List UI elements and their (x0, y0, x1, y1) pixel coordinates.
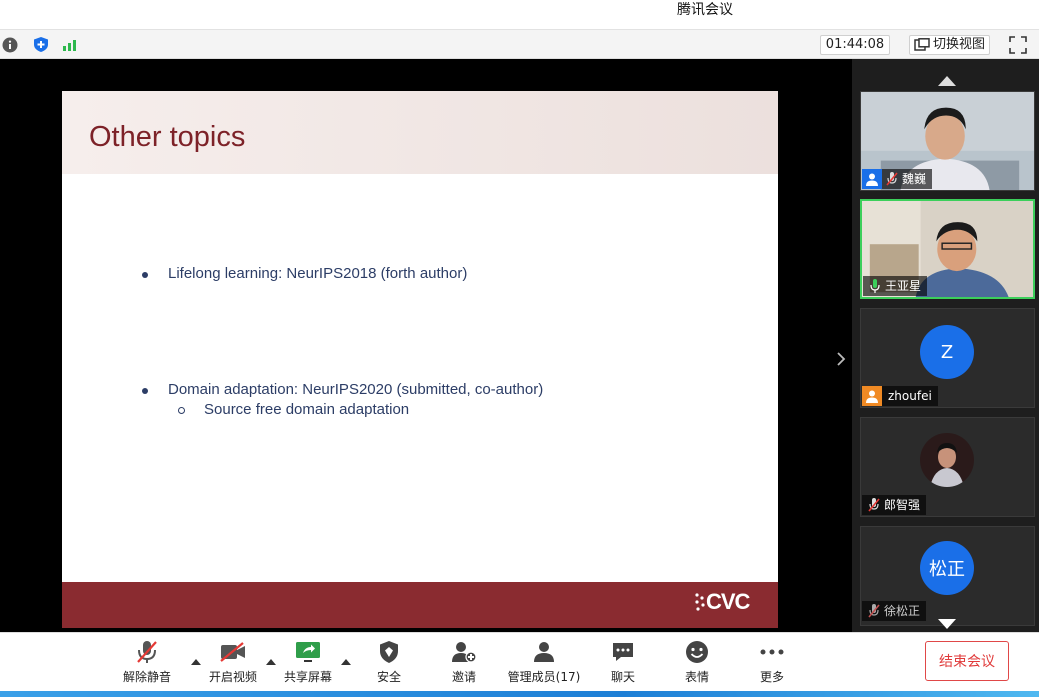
security-shield-icon[interactable] (32, 36, 49, 53)
meeting-timer: 01:44:08 (820, 35, 890, 55)
participant-tile-active[interactable]: 王亚星 (860, 199, 1035, 299)
shield-icon (374, 639, 404, 665)
participant-name-tag: 徐松正 (862, 601, 927, 621)
invite-button[interactable]: 邀请 (445, 639, 483, 685)
participant-avatar: 松正 (920, 541, 974, 595)
chevron-right-icon[interactable] (834, 349, 848, 369)
cvc-logo: CVC (694, 588, 764, 622)
share-screen-button[interactable]: 共享屏幕 (280, 639, 336, 685)
start-video-button[interactable]: 开启视频 (206, 639, 260, 685)
user-icon (862, 169, 882, 189)
participant-name-tag: 郎智强 (862, 495, 927, 515)
smiley-face-icon (682, 639, 712, 665)
shared-screen: Other topics Lifelong learning: NeurIPS2… (0, 59, 852, 632)
chat-label: 聊天 (610, 670, 635, 684)
mic-muted-icon (866, 601, 882, 621)
presentation-slide: Other topics Lifelong learning: NeurIPS2… (62, 91, 778, 628)
switch-view-button[interactable]: 切换视图 (909, 35, 990, 55)
participant-name: 郎智强 (884, 498, 921, 512)
info-icon[interactable] (1, 36, 18, 53)
participant-tile[interactable]: Z zhoufei (860, 308, 1035, 408)
security-button[interactable]: 安全 (370, 639, 408, 685)
participant-name: 王亚星 (885, 279, 922, 293)
toolbar-accent-stripe (0, 691, 1039, 697)
participant-name: 魏巍 (902, 172, 927, 186)
audio-options-caret-icon[interactable] (191, 651, 201, 665)
video-options-caret-icon[interactable] (266, 651, 276, 665)
meeting-toolbar: 解除静音 开启视频 共享屏幕 安全 邀请 管理成员(17) 聊天 表情 更多 结… (0, 632, 1039, 697)
participant-gallery: 魏巍 王亚星 Z zhoufei 郎智强 松正 徐松正 (852, 59, 1039, 632)
participant-name: zhoufei (888, 389, 932, 403)
end-meeting-button[interactable]: 结束会议 (925, 641, 1009, 681)
app-title: 腾讯会议 (677, 2, 733, 18)
manage-members-label: 管理成员(17) (507, 670, 581, 684)
add-user-icon (449, 639, 479, 665)
mic-active-icon (867, 276, 883, 296)
share-options-caret-icon[interactable] (341, 651, 351, 665)
more-label: 更多 (759, 670, 784, 684)
mic-muted-icon (866, 495, 882, 515)
share-screen-icon (293, 639, 323, 665)
network-signal-icon[interactable] (62, 36, 79, 53)
participant-name-tag: zhoufei (862, 386, 938, 406)
slide-footer: CVC (62, 582, 778, 628)
scroll-down-icon[interactable] (937, 615, 957, 629)
more-dots-icon (757, 639, 787, 665)
camera-off-icon (218, 639, 248, 665)
slide-sub-bullet-text: Source free domain adaptation (204, 401, 410, 418)
emoji-button[interactable]: 表情 (678, 639, 716, 685)
mic-muted-icon (884, 169, 900, 189)
participant-tile[interactable]: 松正 徐松正 (860, 526, 1035, 626)
participant-tile[interactable]: 魏巍 (860, 91, 1035, 191)
scroll-up-icon[interactable] (937, 72, 957, 86)
participant-photo (920, 433, 974, 487)
emoji-label: 表情 (684, 670, 709, 684)
security-label: 安全 (376, 670, 401, 684)
invite-label: 邀请 (451, 670, 476, 684)
switch-view-label: 切换视图 (932, 37, 985, 52)
participant-name-tag: 魏巍 (862, 169, 933, 189)
chat-bubble-icon (608, 639, 638, 665)
slide-bullet-text: Domain adaptation: NeurIPS2020 (submitte… (168, 381, 544, 398)
more-button[interactable]: 更多 (753, 639, 791, 685)
participant-tile[interactable]: 郎智强 (860, 417, 1035, 517)
chat-button[interactable]: 聊天 (604, 639, 642, 685)
user-icon (862, 386, 882, 406)
unmute-label: 解除静音 (122, 670, 171, 684)
meeting-infobar: 01:44:08 切换视图 (0, 30, 1039, 59)
participant-name: 徐松正 (884, 604, 921, 618)
share-screen-label: 共享屏幕 (283, 670, 332, 684)
participant-avatar: Z (920, 325, 974, 379)
mic-muted-icon (132, 639, 162, 665)
participant-name-tag: 王亚星 (863, 276, 928, 296)
unmute-button[interactable]: 解除静音 (120, 639, 174, 685)
fullscreen-icon[interactable] (1008, 35, 1028, 55)
slide-title: Other topics (89, 121, 246, 153)
members-icon (529, 639, 559, 665)
switch-view-icon (914, 38, 930, 51)
slide-bullet-text: Lifelong learning: NeurIPS2018 (forth au… (168, 265, 468, 282)
start-video-label: 开启视频 (208, 670, 257, 684)
slide-header: Other topics (62, 91, 778, 174)
manage-members-button[interactable]: 管理成员(17) (505, 639, 583, 685)
window-titlebar: 腾讯会议 (0, 0, 1039, 30)
